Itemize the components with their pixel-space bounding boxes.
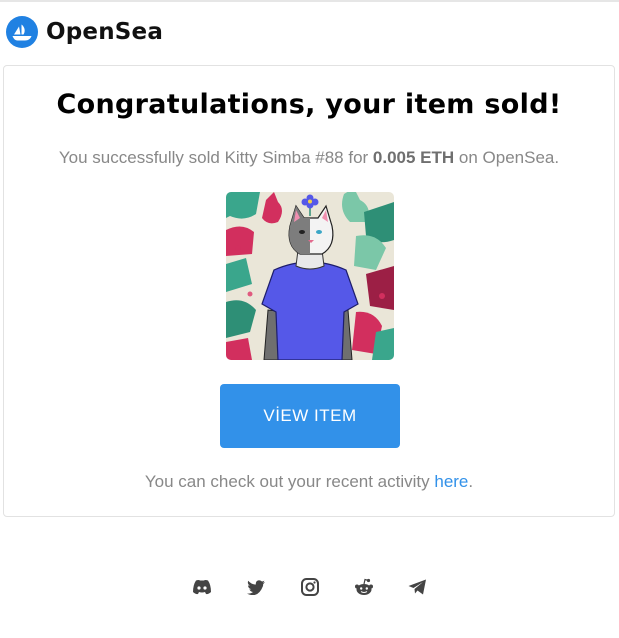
telegram-icon: [408, 579, 426, 595]
sale-notification-card: Congratulations, your item sold! You suc…: [3, 65, 615, 517]
recent-activity-link[interactable]: here: [434, 472, 468, 491]
sale-message: You successfully sold Kitty Simba #88 fo…: [4, 148, 614, 168]
item-name: Kitty Simba #88: [224, 148, 344, 167]
opensea-logo-icon[interactable]: [6, 16, 38, 48]
page-title: Congratulations, your item sold!: [56, 89, 562, 120]
sale-message-suffix: on OpenSea.: [454, 148, 560, 167]
discord-link[interactable]: [190, 575, 214, 599]
activity-suffix: .: [468, 472, 474, 491]
nft-image[interactable]: [226, 192, 394, 360]
sale-message-prefix: You successfully sold: [58, 148, 225, 167]
view-item-button[interactable]: VİEW ITEM: [220, 384, 400, 448]
recent-activity-message: You can check out your recent activity h…: [4, 472, 614, 492]
instagram-link[interactable]: [298, 575, 322, 599]
telegram-link[interactable]: [406, 575, 430, 599]
social-links: [0, 575, 619, 599]
sale-price: 0.005 ETH: [372, 148, 455, 167]
instagram-icon: [300, 578, 319, 596]
sale-message-middle: for: [343, 148, 373, 167]
reddit-icon: [354, 578, 373, 595]
twitter-icon: [246, 579, 265, 595]
top-divider: [0, 0, 619, 2]
discord-icon: [192, 580, 211, 595]
activity-prefix: You can check out your recent activity: [144, 472, 435, 491]
twitter-link[interactable]: [244, 575, 268, 599]
reddit-link[interactable]: [352, 575, 376, 599]
brand-name: OpenSea: [46, 19, 164, 45]
email-header: OpenSea: [6, 12, 163, 52]
